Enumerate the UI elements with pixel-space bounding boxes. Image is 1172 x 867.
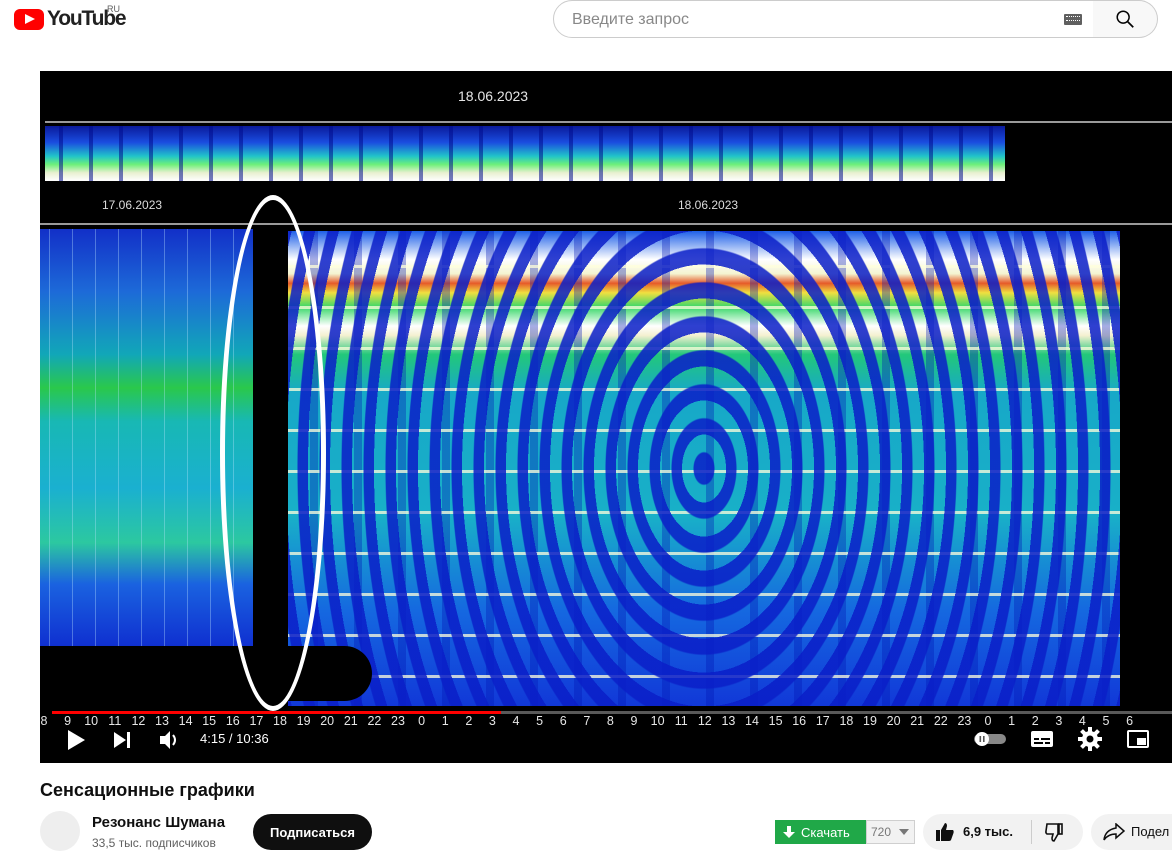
hour-tick-label: 16 <box>792 714 807 728</box>
top-date-label: 18.06.2023 <box>458 88 529 104</box>
hour-tick-label: 4 <box>1078 714 1086 728</box>
hour-tick-label: 19 <box>863 714 877 728</box>
quality-select[interactable]: 720 <box>866 820 915 844</box>
like-thumb-icon[interactable] <box>935 822 955 842</box>
next-icon[interactable] <box>112 730 132 750</box>
volume-icon[interactable] <box>158 729 180 751</box>
left-date-label: 17.06.2023 <box>102 198 163 212</box>
hour-tick-label: 23 <box>957 714 972 728</box>
hour-tick-label: 2 <box>1031 714 1039 728</box>
settings-gear-icon[interactable] <box>1078 727 1102 751</box>
overview-spectrogram <box>45 126 1005 181</box>
hour-tick-label: 19 <box>296 714 311 728</box>
like-count[interactable]: 6,9 тыс. <box>963 824 1013 839</box>
hour-tick-label: 23 <box>391 714 405 728</box>
hour-tick-label: 22 <box>933 714 948 728</box>
dislike-thumb-icon[interactable] <box>1044 823 1064 843</box>
progress-played <box>52 711 502 714</box>
subscribe-button[interactable]: Подписаться <box>253 814 372 850</box>
hour-tick-label: 1 <box>441 714 449 728</box>
search-bar <box>553 0 1158 38</box>
keyboard-icon[interactable] <box>1064 14 1082 25</box>
hour-tick-label: 1 <box>1008 714 1016 728</box>
hour-tick-label: 4 <box>512 714 520 728</box>
video-player[interactable]: 18.06.2023 17.06.2023 18.06.2023 8 9 10 11 1… <box>40 71 1172 763</box>
hour-tick-label: 8 <box>40 714 48 728</box>
like-dislike-group: 6,9 тыс. <box>923 814 1083 850</box>
download-label: Скачать <box>801 824 850 840</box>
hour-tick-label: 6 <box>1126 714 1134 728</box>
download-button[interactable]: Скачать <box>775 820 866 844</box>
hour-tick-label: 0 <box>418 714 426 728</box>
highlight-ellipse <box>220 195 326 711</box>
autoplay-toggle-icon[interactable] <box>972 731 1008 747</box>
hour-tick-label: 7 <box>583 714 591 728</box>
hour-tick-label: 3 <box>488 714 496 728</box>
like-divider <box>1031 820 1032 844</box>
hour-tick-label: 13 <box>155 714 169 728</box>
hour-tick-label: 12 <box>697 714 712 728</box>
subtitles-icon[interactable] <box>1030 728 1054 750</box>
progress-bar[interactable] <box>52 711 1172 714</box>
quality-value: 720 <box>871 825 892 839</box>
hour-tick-label: 17 <box>815 714 830 728</box>
hour-tick-label: 13 <box>721 714 736 728</box>
hour-tick-label: 12 <box>131 714 146 728</box>
hour-tick-label: 17 <box>249 714 264 728</box>
hour-tick-label: 0 <box>984 714 992 728</box>
download-arrow-icon <box>783 825 795 838</box>
hour-tick-label: 3 <box>1055 714 1063 728</box>
hour-tick-label: 8 <box>606 714 614 728</box>
mid-divider <box>40 223 1172 225</box>
subscriber-count: 33,5 тыс. подписчиков <box>92 836 216 850</box>
youtube-play-logo-icon <box>14 8 44 30</box>
hour-tick-label: 11 <box>674 714 688 728</box>
hour-tick-label: 14 <box>178 714 193 728</box>
mid-date-label: 18.06.2023 <box>678 198 739 212</box>
caption-overlay <box>40 646 372 701</box>
hour-tick-label: 11 <box>108 714 122 728</box>
hour-tick-label: 21 <box>343 714 358 728</box>
region-code: RU <box>107 4 120 14</box>
search-input[interactable] <box>570 10 1044 30</box>
hour-tick-label: 22 <box>367 714 382 728</box>
hour-tick-label: 20 <box>886 714 901 728</box>
hour-tick-label: 2 <box>465 714 473 728</box>
hour-tick-label: 20 <box>320 714 335 728</box>
channel-name[interactable]: Резонанс Шумана <box>92 814 225 831</box>
hour-tick-label: 18 <box>273 714 287 728</box>
hour-tick-label: 9 <box>630 714 638 728</box>
play-icon[interactable] <box>65 729 87 751</box>
share-label: Подел <box>1131 824 1170 839</box>
hour-tick-label: 21 <box>910 714 925 728</box>
miniplayer-icon[interactable] <box>1126 728 1150 750</box>
main-spectrogram <box>288 231 1120 706</box>
hour-tick-label: 14 <box>745 714 759 728</box>
share-arrow-icon <box>1103 823 1125 841</box>
search-icon <box>1116 10 1134 28</box>
search-box[interactable] <box>553 0 1094 38</box>
video-title: Сенсационные графики <box>40 780 255 800</box>
hour-tick-label: 10 <box>84 714 99 728</box>
hour-tick-label: 5 <box>536 714 544 728</box>
search-button[interactable] <box>1093 0 1158 38</box>
top-divider <box>45 121 1172 123</box>
hour-tick-label: 16 <box>225 714 240 728</box>
chevron-down-icon <box>899 829 910 835</box>
hour-tick-label: 6 <box>559 714 567 728</box>
time-display: 4:15 / 10:36 <box>200 731 269 746</box>
hour-tick-label: 15 <box>768 714 783 728</box>
hour-tick-label: 15 <box>202 714 217 728</box>
hour-tick-label: 5 <box>1102 714 1110 728</box>
hour-tick-label: 9 <box>64 714 72 728</box>
hour-tick-label: 18 <box>839 714 854 728</box>
hour-tick-label: 10 <box>650 714 665 728</box>
channel-avatar[interactable] <box>40 811 80 851</box>
share-button[interactable]: Подел <box>1091 814 1172 850</box>
